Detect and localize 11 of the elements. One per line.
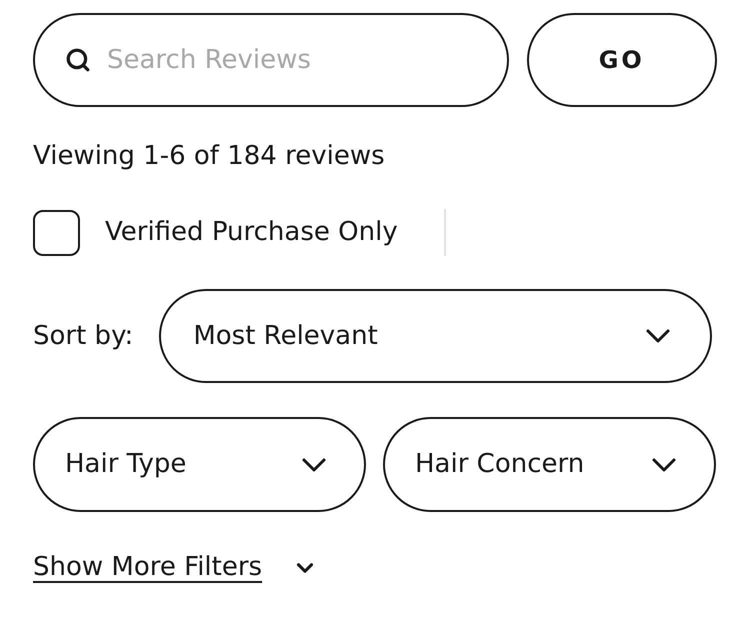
search-field[interactable]: Search Reviews: [33, 13, 509, 107]
go-button[interactable]: GO: [526, 13, 717, 107]
checkbox-label: Verified Purchase Only: [105, 216, 398, 249]
checkbox[interactable]: [33, 210, 80, 256]
review-count: Viewing 1-6 of 184 reviews: [33, 143, 385, 169]
filter-dropdown[interactable]: Hair Type: [33, 417, 366, 512]
show-more-filters-link[interactable]: Show More Filters: [33, 548, 262, 587]
sort-dropdown[interactable]: Most Relevant: [159, 289, 712, 383]
sort-label: Sort by:: [33, 320, 134, 352]
filter-dropdown[interactable]: Hair Concern: [383, 417, 716, 512]
search-icon: [65, 47, 91, 73]
